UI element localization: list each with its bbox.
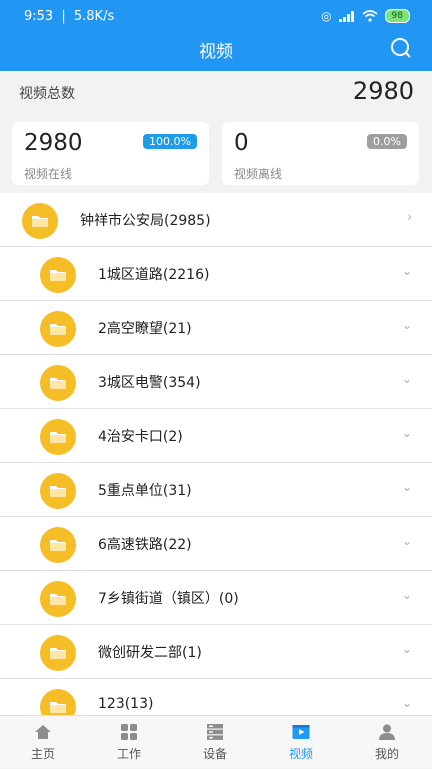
offline-card[interactable]: 0 0.0% 视频离线	[222, 122, 419, 185]
folder-label: 1城区道路(2216)	[98, 267, 210, 283]
folder-label: 123(13)	[98, 696, 154, 712]
tab-home[interactable]: 主页	[0, 716, 86, 769]
status-icons: ◎ 98	[321, 9, 410, 23]
tab-device[interactable]: 设备	[172, 716, 258, 769]
battery-icon: 98	[384, 9, 410, 23]
total-count: 2980	[352, 77, 414, 105]
folder-label: 微创研发二部(1)	[98, 645, 202, 661]
page-title: 视频	[199, 42, 233, 62]
folder-row[interactable]: 4治安卡口(2) ⌄	[0, 409, 432, 463]
folder-row[interactable]: 2高空瞭望(21) ⌄	[0, 301, 432, 355]
search-icon[interactable]	[390, 37, 412, 59]
online-card[interactable]: 2980 100.0% 视频在线	[12, 122, 209, 185]
network-speed: 5.8K/s	[73, 9, 115, 24]
folder-icon	[40, 419, 76, 455]
folder-icon	[40, 473, 76, 509]
offline-count: 0	[234, 130, 249, 156]
folder-label: 4治安卡口(2)	[98, 429, 183, 445]
user-icon	[379, 724, 395, 740]
chevron-down-icon[interactable]: ⌄	[402, 696, 412, 710]
chevron-down-icon[interactable]: ⌄	[402, 588, 412, 602]
chevron-down-icon[interactable]: ⌄	[402, 480, 412, 494]
folder-row[interactable]: 微创研发二部(1) ⌄	[0, 625, 432, 679]
tab-label: 设备	[202, 747, 227, 761]
folder-icon	[40, 527, 76, 563]
folder-icon	[40, 257, 76, 293]
chevron-down-icon[interactable]: ⌄	[402, 534, 412, 548]
folder-label: 7乡镇街道（镇区）(0)	[98, 591, 239, 607]
folder-row[interactable]: 6高速铁路(22) ⌄	[0, 517, 432, 571]
wifi-icon	[362, 10, 378, 22]
tab-video[interactable]: 视频	[258, 716, 344, 769]
hotspot-icon: ◎	[321, 9, 332, 23]
status-time: 9:53 | 5.8K/s	[24, 9, 115, 24]
folder-row[interactable]: 7乡镇街道（镇区）(0) ⌄	[0, 571, 432, 625]
bottom-tab-bar: 主页 工作 设备 视频 我的	[0, 715, 432, 768]
tab-work[interactable]: 工作	[86, 716, 172, 769]
folder-icon	[22, 203, 58, 239]
online-percent-badge: 100.0%	[143, 134, 197, 149]
chevron-down-icon[interactable]: ⌄	[402, 426, 412, 440]
offline-caption: 视频离线	[234, 167, 283, 181]
online-count: 2980	[24, 130, 83, 156]
clock-text: 9:53	[24, 9, 54, 24]
chevron-down-icon[interactable]: ⌄	[402, 318, 412, 332]
folder-icon	[40, 581, 76, 617]
tab-mine[interactable]: 我的	[344, 716, 430, 769]
chevron-down-icon[interactable]: ⌄	[402, 264, 412, 278]
video-icon	[292, 725, 310, 739]
tab-label: 工作	[116, 747, 141, 761]
folder-icon	[40, 635, 76, 671]
tab-label: 主页	[30, 747, 55, 761]
folder-label: 3城区电警(354)	[98, 375, 201, 391]
online-caption: 视频在线	[24, 167, 73, 181]
total-label: 视频总数	[19, 86, 75, 102]
grid-icon	[121, 724, 137, 740]
folder-icon	[40, 365, 76, 401]
chevron-right-icon: ›	[407, 210, 412, 224]
folder-icon	[40, 311, 76, 347]
chevron-down-icon[interactable]: ⌄	[402, 642, 412, 656]
home-icon	[35, 725, 51, 739]
tab-label: 我的	[374, 747, 399, 761]
folder-label: 6高速铁路(22)	[98, 537, 192, 553]
folder-label: 2高空瞭望(21)	[98, 321, 192, 337]
signal-icon	[338, 10, 354, 22]
folder-row[interactable]: 3城区电警(354) ⌄	[0, 355, 432, 409]
server-icon	[207, 724, 223, 740]
folder-label: 钟祥市公安局(2985)	[80, 213, 211, 229]
chevron-down-icon[interactable]: ⌄	[402, 372, 412, 386]
folder-icon	[40, 689, 76, 715]
folder-row[interactable]: 123(13) ⌄	[0, 679, 432, 715]
folder-row[interactable]: 1城区道路(2216) ⌄	[0, 247, 432, 301]
folder-row-root[interactable]: 钟祥市公安局(2985) ›	[0, 193, 432, 247]
folder-label: 5重点单位(31)	[98, 483, 192, 499]
folder-list: 钟祥市公安局(2985) › 1城区道路(2216) ⌄ 2高空瞭望(21) ⌄ 3城区…	[0, 193, 432, 715]
folder-row[interactable]: 5重点单位(31) ⌄	[0, 463, 432, 517]
video-summary: 视频总数 2980	[0, 71, 432, 113]
status-bar: 9:53 | 5.8K/s ◎ 98	[0, 0, 432, 33]
tab-label: 视频	[288, 747, 313, 761]
app-bar: 视频	[0, 33, 432, 71]
offline-percent-badge: 0.0%	[367, 134, 407, 149]
